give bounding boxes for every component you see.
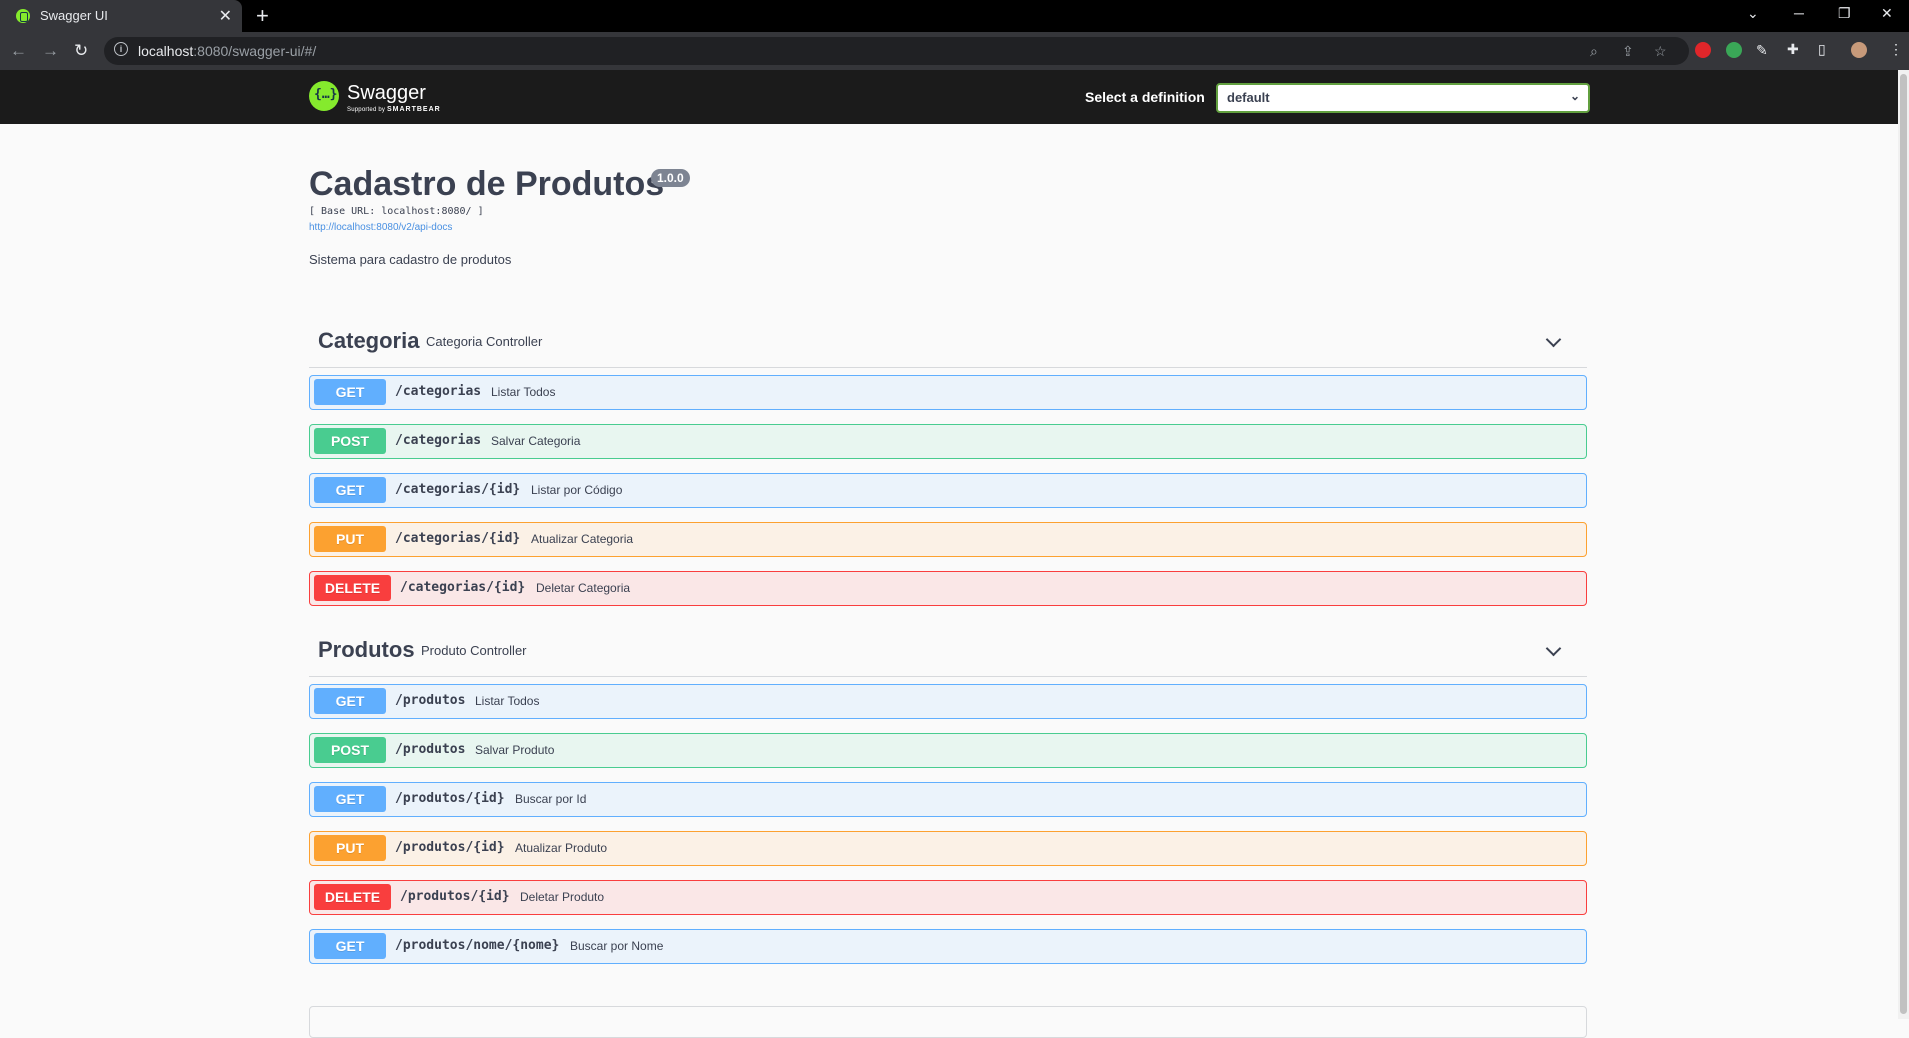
api-docs-link[interactable]: http://localhost:8080/v2/api-docs [309, 222, 452, 233]
method-badge: PUT [314, 835, 386, 861]
share-icon[interactable]: ⇪ [1622, 43, 1634, 60]
operation-row[interactable]: POST /produtos Salvar Produto [309, 733, 1587, 768]
operation-summary: Salvar Categoria [491, 434, 581, 448]
operation-row[interactable]: GET /produtos/{id} Buscar por Id [309, 782, 1587, 817]
extension-red-icon[interactable] [1695, 42, 1711, 58]
method-badge: DELETE [314, 575, 391, 601]
url-text: localhost:8080/swagger-ui/#/ [138, 43, 317, 59]
operation-row[interactable]: GET /produtos/nome/{nome} Buscar por Nom… [309, 929, 1587, 964]
close-tab-icon[interactable]: ✕ [219, 6, 232, 26]
method-badge: GET [314, 688, 386, 714]
definition-select[interactable]: default ⌄ [1216, 83, 1590, 113]
operation-path: /produtos [395, 693, 466, 708]
operation-summary: Deletar Categoria [536, 581, 631, 595]
method-badge: GET [314, 786, 386, 812]
operation-path: /produtos/nome/{nome} [395, 938, 560, 953]
site-info-icon[interactable]: i [114, 42, 128, 56]
scrollbar-thumb[interactable] [1900, 74, 1907, 1014]
operation-path: /categorias/{id} [400, 580, 526, 595]
tab-title: Swagger UI [40, 8, 108, 23]
operation-summary: Atualizar Categoria [531, 532, 634, 546]
section-header-categoria[interactable]: Categoria Categoria Controller [309, 317, 1587, 368]
restore-icon[interactable]: ❐ [1838, 5, 1851, 22]
side-panel-icon[interactable]: ▯ [1818, 41, 1826, 58]
chevron-down-icon: ⌄ [1569, 89, 1580, 103]
operation-row[interactable]: GET /categorias/{id} Listar por Código [309, 473, 1587, 508]
section-header-produtos[interactable]: Produtos Produto Controller [309, 626, 1587, 677]
tab-search-icon[interactable]: ⌄ [1747, 5, 1759, 22]
operation-row[interactable]: DELETE /categorias/{id} Deletar Categori… [309, 571, 1587, 606]
logo-name: Swagger [347, 82, 426, 104]
page-scrollbar[interactable] [1898, 70, 1909, 1019]
operation-summary: Buscar por Nome [570, 939, 664, 953]
back-icon[interactable]: ← [10, 41, 27, 61]
operation-summary: Listar por Código [531, 483, 623, 497]
section-description: Categoria Controller [426, 334, 543, 349]
swagger-topbar: {…} Swagger Supported by SMARTBEAR Selec… [0, 70, 1898, 124]
method-badge: GET [314, 379, 386, 405]
operation-path: /categorias/{id} [395, 531, 521, 546]
section-title: Produtos [318, 637, 415, 662]
operation-summary: Listar Todos [475, 694, 540, 708]
collapse-chevron-icon[interactable] [1545, 331, 1562, 348]
operation-path: /categorias [395, 433, 482, 448]
collapse-chevron-icon[interactable] [1545, 640, 1562, 657]
browser-tab[interactable]: Swagger UI ✕ [0, 0, 242, 32]
new-tab-icon[interactable]: + [256, 3, 269, 29]
api-description: Sistema para cadastro de produtos [309, 252, 512, 267]
minimize-icon[interactable]: ─ [1794, 5, 1804, 21]
method-badge: GET [314, 477, 386, 503]
extension-green-icon[interactable] [1726, 42, 1742, 58]
operation-row[interactable]: DELETE /produtos/{id} Deletar Produto [309, 880, 1587, 915]
menu-kebab-icon[interactable]: ⋮ [1889, 41, 1903, 58]
operation-path: /produtos/{id} [400, 889, 510, 904]
operation-summary: Salvar Produto [475, 743, 555, 757]
version-badge: 1.0.0 [651, 169, 690, 187]
section-title: Categoria [318, 328, 420, 353]
definition-value: default [1227, 90, 1270, 105]
logo-subtitle: Supported by SMARTBEAR [347, 106, 441, 113]
base-url: [ Base URL: localhost:8080/ ] [309, 206, 484, 217]
method-badge: DELETE [314, 884, 391, 910]
operation-path: /categorias/{id} [395, 482, 521, 497]
operation-row[interactable]: GET /categorias Listar Todos [309, 375, 1587, 410]
extensions-puzzle-icon[interactable]: ✚ [1787, 41, 1799, 58]
method-badge: PUT [314, 526, 386, 552]
reload-icon[interactable]: ↻ [74, 41, 88, 61]
swagger-favicon-icon [16, 9, 30, 23]
swagger-logo-icon: {…} [309, 81, 339, 111]
method-badge: GET [314, 933, 386, 959]
select-definition-label: Select a definition [1085, 89, 1205, 105]
operation-row[interactable]: GET /produtos Listar Todos [309, 684, 1587, 719]
browser-tabstrip: Swagger UI ✕ + ⌄ ─ ❐ ✕ [0, 0, 1909, 32]
method-badge: POST [314, 737, 386, 763]
profile-avatar[interactable] [1851, 42, 1867, 58]
operation-row[interactable]: PUT /categorias/{id} Atualizar Categoria [309, 522, 1587, 557]
operation-summary: Atualizar Produto [515, 841, 608, 855]
browser-toolbar: ← → ↻ i localhost:8080/swagger-ui/#/ ⌕ ⇪… [0, 32, 1909, 70]
operation-row[interactable]: POST /categorias Salvar Categoria [309, 424, 1587, 459]
address-bar[interactable]: i localhost:8080/swagger-ui/#/ ⌕ ⇪ ☆ [104, 37, 1689, 65]
operation-row[interactable]: PUT /produtos/{id} Atualizar Produto [309, 831, 1587, 866]
method-badge: POST [314, 428, 386, 454]
api-title: Cadastro de Produtos [309, 165, 665, 203]
operation-path: /produtos/{id} [395, 791, 505, 806]
bookmark-star-icon[interactable]: ☆ [1654, 43, 1667, 60]
operation-summary: Listar Todos [491, 385, 556, 399]
operation-summary: Buscar por Id [515, 792, 587, 806]
operation-path: /categorias [395, 384, 482, 399]
operation-path: /produtos/{id} [395, 840, 505, 855]
zoom-icon[interactable]: ⌕ [1590, 43, 1598, 60]
operation-summary: Deletar Produto [520, 890, 605, 904]
extension-pen-icon[interactable]: ✎ [1756, 42, 1768, 59]
section-description: Produto Controller [421, 643, 527, 658]
close-window-icon[interactable]: ✕ [1881, 5, 1893, 22]
models-section[interactable] [309, 1006, 1587, 1038]
operation-path: /produtos [395, 742, 466, 757]
forward-icon[interactable]: → [42, 41, 59, 61]
